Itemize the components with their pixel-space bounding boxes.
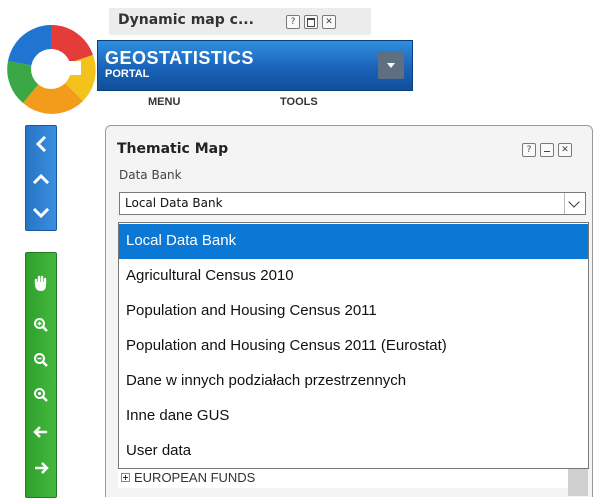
portal-header-bar: GEOSTATISTICS PORTAL (97, 40, 413, 91)
chevron-up-icon[interactable] (26, 164, 56, 194)
scrollbar[interactable] (568, 468, 588, 496)
portal-title: GEOSTATISTICS (105, 48, 254, 68)
dropdown-option[interactable]: User data (119, 434, 588, 469)
dropdown-option[interactable]: Dane w innych podziałach przestrzennych (119, 364, 588, 399)
zoom-in-icon[interactable] (26, 310, 56, 340)
portal-dropdown-button[interactable] (378, 51, 404, 79)
dropdown-option[interactable]: Inne dane GUS (119, 399, 588, 434)
minimize-icon[interactable] (540, 143, 554, 157)
close-icon[interactable]: ✕ (558, 143, 572, 157)
menu-button[interactable]: MENU (148, 96, 180, 108)
expand-icon[interactable] (121, 473, 130, 482)
portal-subtitle: PORTAL (105, 68, 150, 80)
map-tools-toolbar (25, 252, 57, 498)
dropdown-option[interactable]: Agricultural Census 2010 (119, 259, 588, 294)
help-icon[interactable]: ? (522, 143, 536, 157)
dropdown-option[interactable]: Local Data Bank (119, 224, 588, 259)
tree-item[interactable]: EUROPEAN FUNDS (118, 468, 570, 488)
chevron-down-icon[interactable] (26, 198, 56, 228)
panel-title: Thematic Map (117, 141, 229, 157)
help-icon[interactable]: ? (286, 15, 300, 29)
tree-item-label: EUROPEAN FUNDS (134, 470, 256, 485)
dynamic-map-header: Dynamic map c... ? ✕ (109, 8, 371, 35)
arrow-left-icon[interactable] (26, 417, 56, 447)
tools-button[interactable]: TOOLS (280, 96, 318, 108)
hand-icon[interactable] (26, 269, 56, 299)
zoom-out-icon[interactable] (26, 345, 56, 375)
dropdown-option[interactable]: Population and Housing Census 2011 (Euro… (119, 329, 588, 364)
geostatistics-logo (7, 24, 96, 114)
chevron-left-icon[interactable] (26, 129, 56, 159)
zoom-extent-icon[interactable] (26, 380, 56, 410)
dynamic-map-title: Dynamic map c... (118, 12, 254, 28)
chevron-down-icon[interactable] (564, 193, 585, 214)
data-bank-dropdown-list: Local Data Bank Agricultural Census 2010… (118, 222, 589, 469)
maximize-icon[interactable] (304, 15, 318, 29)
arrow-right-icon[interactable] (26, 453, 56, 483)
data-bank-label: Data Bank (119, 168, 182, 182)
navigation-toolbar (25, 125, 57, 231)
data-bank-selected-value: Local Data Bank (125, 196, 223, 210)
data-bank-select[interactable]: Local Data Bank (119, 192, 586, 215)
close-icon[interactable]: ✕ (322, 15, 336, 29)
dropdown-option[interactable]: Population and Housing Census 2011 (119, 294, 588, 329)
